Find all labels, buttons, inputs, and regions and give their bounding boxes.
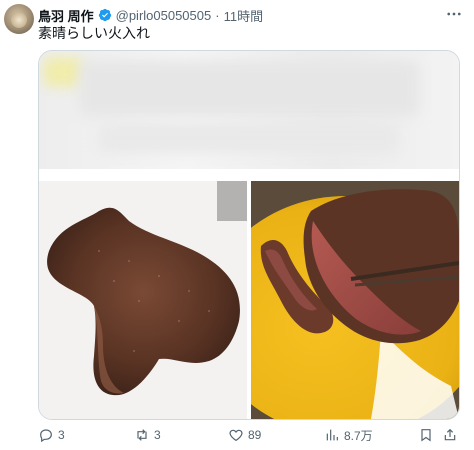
display-name[interactable]: 鳥羽 周作 xyxy=(38,6,94,25)
avatar[interactable] xyxy=(4,4,34,34)
bookmark-icon xyxy=(421,429,431,442)
like-count: 89 xyxy=(248,428,262,442)
heart-icon xyxy=(229,429,243,442)
tweet-text: 素晴らしい火入れ xyxy=(38,25,150,41)
steak-photo-right[interactable] xyxy=(251,181,459,419)
views-chart-icon xyxy=(326,429,338,441)
verified-badge-icon xyxy=(98,8,112,22)
bookmark-button[interactable] xyxy=(418,427,434,443)
blurred-image[interactable] xyxy=(39,51,459,169)
reply-icon xyxy=(40,429,52,443)
separator-dot: · xyxy=(215,7,220,23)
views-button[interactable]: 8.7万 xyxy=(324,427,373,444)
like-button[interactable]: 89 xyxy=(228,427,261,443)
reply-count: 3 xyxy=(58,428,65,442)
timestamp[interactable]: 11時間 xyxy=(224,6,264,25)
tweet-header: 鳥羽 周作 @pirlo05050505 · 11時間 xyxy=(38,6,263,24)
view-count: 8.7万 xyxy=(344,428,373,443)
share-icon xyxy=(444,428,456,441)
retweet-icon xyxy=(137,429,147,441)
steak-photo-left[interactable] xyxy=(39,181,247,419)
action-bar: 3 3 89 8.7万 xyxy=(38,426,458,444)
retweet-count: 3 xyxy=(154,428,161,442)
retweet-button[interactable]: 3 xyxy=(134,427,161,443)
share-button[interactable] xyxy=(442,427,458,443)
reply-button[interactable]: 3 xyxy=(38,427,65,443)
media-grid xyxy=(38,50,460,420)
user-handle[interactable]: @pirlo05050505 xyxy=(116,8,212,23)
more-options-icon[interactable] xyxy=(444,4,464,24)
